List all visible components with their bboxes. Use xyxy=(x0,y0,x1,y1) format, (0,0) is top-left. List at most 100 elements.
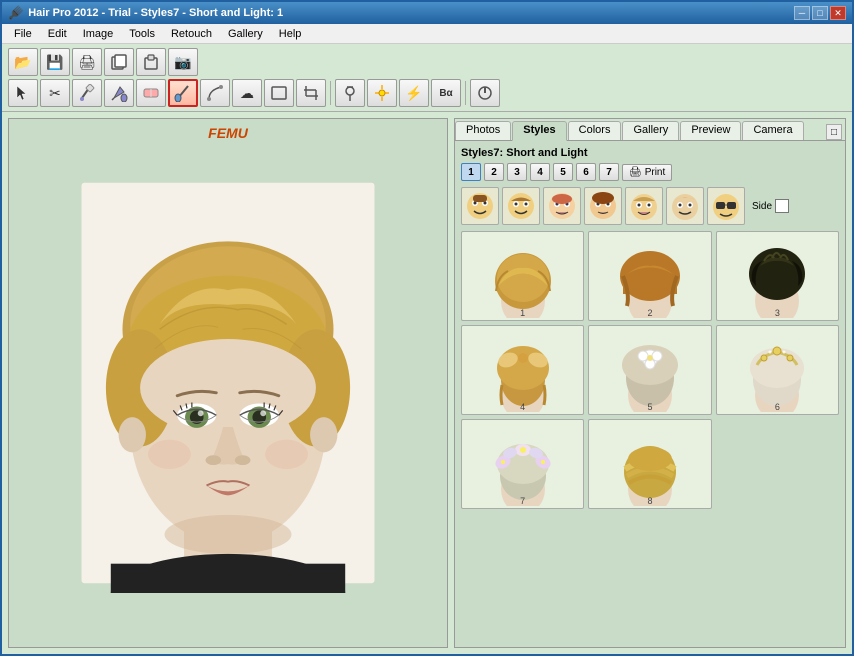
styles-nav: 1 2 3 4 5 6 7 🖨 Print xyxy=(461,163,839,181)
close-button[interactable]: ✕ xyxy=(830,6,846,20)
paste-button[interactable] xyxy=(136,48,166,76)
wand-icon xyxy=(374,84,390,102)
menu-file[interactable]: File xyxy=(6,26,40,42)
printer-icon: 🖨 xyxy=(629,167,642,178)
rect-icon xyxy=(271,86,287,100)
select-tool[interactable] xyxy=(8,79,38,107)
lightning-tool[interactable]: ⚡ xyxy=(399,79,429,107)
menu-image[interactable]: Image xyxy=(75,26,122,42)
pin-icon xyxy=(342,84,358,102)
hair-cell-num-6: 6 xyxy=(775,402,780,412)
style-nav-3[interactable]: 3 xyxy=(507,163,527,181)
copy-button[interactable] xyxy=(104,48,134,76)
hair-style-5[interactable]: 5 xyxy=(588,325,711,415)
menu-edit[interactable]: Edit xyxy=(40,26,75,42)
print-button[interactable]: 🖨 xyxy=(72,48,102,76)
path-tool[interactable] xyxy=(200,79,230,107)
menu-retouch[interactable]: Retouch xyxy=(163,26,220,42)
crop-icon xyxy=(303,85,319,101)
hair-style-8[interactable]: 8 xyxy=(588,419,711,509)
print-styles-button[interactable]: 🖨 Print xyxy=(622,164,672,181)
hair-style-1[interactable]: 1 xyxy=(461,231,584,321)
toolbar-row-1: 📂 💾 🖨 📷 xyxy=(8,48,846,76)
face-icon-3 xyxy=(547,191,577,221)
face-preset-3[interactable] xyxy=(543,187,581,225)
face-container xyxy=(9,119,447,647)
style-nav-7[interactable]: 7 xyxy=(599,163,619,181)
style-nav-5[interactable]: 5 xyxy=(553,163,573,181)
minimize-button[interactable]: ─ xyxy=(794,6,810,20)
save-button[interactable]: 💾 xyxy=(40,48,70,76)
face-preset-1[interactable] xyxy=(461,187,499,225)
face-preset-4[interactable] xyxy=(584,187,622,225)
face-icon-bar: Side xyxy=(461,187,839,225)
window-title: Hair Pro 2012 - Trial - Styles7 - Short … xyxy=(28,7,283,19)
fill-tool[interactable] xyxy=(104,79,134,107)
face-icon-5 xyxy=(629,191,659,221)
style-nav-6[interactable]: 6 xyxy=(576,163,596,181)
power-icon xyxy=(477,85,493,101)
style-nav-1[interactable]: 1 xyxy=(461,163,481,181)
brush-tool[interactable] xyxy=(168,79,198,107)
scissors-tool[interactable]: ✂ xyxy=(40,79,70,107)
tab-gallery[interactable]: Gallery xyxy=(622,121,679,140)
menu-tools[interactable]: Tools xyxy=(121,26,163,42)
face-preset-sunglasses[interactable] xyxy=(707,187,745,225)
dropper-tool[interactable] xyxy=(72,79,102,107)
wand-tool[interactable] xyxy=(367,79,397,107)
print-label: Print xyxy=(645,167,666,178)
maximize-button[interactable]: □ xyxy=(812,6,828,20)
face-preset-6[interactable] xyxy=(666,187,704,225)
hair-cell-num-4: 4 xyxy=(520,402,525,412)
brush-icon xyxy=(174,84,192,102)
side-checkbox[interactable] xyxy=(775,199,789,213)
fill-icon xyxy=(110,84,128,102)
title-bar-left: 🪮 Hair Pro 2012 - Trial - Styles7 - Shor… xyxy=(8,5,283,21)
tab-camera[interactable]: Camera xyxy=(742,121,803,140)
tab-styles[interactable]: Styles xyxy=(512,121,566,141)
text-tool[interactable]: Bα xyxy=(431,79,461,107)
pin-tool[interactable] xyxy=(335,79,365,107)
hair-style-4[interactable]: 4 xyxy=(461,325,584,415)
hair-cell-num-8: 8 xyxy=(647,496,652,506)
camera-button[interactable]: 📷 xyxy=(168,48,198,76)
hair-style-3[interactable]: 3 xyxy=(716,231,839,321)
crop-tool[interactable] xyxy=(296,79,326,107)
copy-icon xyxy=(110,53,128,71)
power-tool[interactable] xyxy=(470,79,500,107)
hair-style-6[interactable]: 6 xyxy=(716,325,839,415)
menu-gallery[interactable]: Gallery xyxy=(220,26,271,42)
eraser-tool[interactable] xyxy=(136,79,166,107)
tab-bar: Photos Styles Colors Gallery Preview Cam… xyxy=(455,119,845,141)
style-nav-2[interactable]: 2 xyxy=(484,163,504,181)
style-nav-4[interactable]: 4 xyxy=(530,163,550,181)
dropper-icon xyxy=(79,84,95,102)
tab-colors[interactable]: Colors xyxy=(568,121,622,140)
photo-canvas: FEMU xyxy=(8,118,448,648)
face-preset-2[interactable] xyxy=(502,187,540,225)
toolbar-row-2: ✂ xyxy=(8,79,846,107)
hair-style-2[interactable]: 2 xyxy=(588,231,711,321)
tab-preview[interactable]: Preview xyxy=(680,121,741,140)
hair-cell-num-1: 1 xyxy=(520,308,525,318)
styles-title: Styles7: Short and Light xyxy=(461,147,839,159)
app-window: 🪮 Hair Pro 2012 - Trial - Styles7 - Shor… xyxy=(0,0,854,656)
panel-toggle[interactable]: □ xyxy=(826,124,842,140)
rect-tool[interactable] xyxy=(264,79,294,107)
face-preset-5[interactable] xyxy=(625,187,663,225)
styles-panel: Styles7: Short and Light 1 2 3 4 5 6 7 🖨… xyxy=(455,141,845,647)
cursor-icon xyxy=(15,85,31,101)
paste-icon xyxy=(142,53,160,71)
tab-photos[interactable]: Photos xyxy=(455,121,511,140)
right-panel: Photos Styles Colors Gallery Preview Cam… xyxy=(454,118,846,648)
face-icon-4 xyxy=(588,191,618,221)
app-icon: 🪮 xyxy=(8,5,24,21)
hair-cell-num-3: 3 xyxy=(775,308,780,318)
cloud-tool[interactable]: ☁ xyxy=(232,79,262,107)
photo-label: FEMU xyxy=(208,125,248,141)
face-sunglasses-icon xyxy=(711,191,741,221)
face-icon-1 xyxy=(465,191,495,221)
open-button[interactable]: 📂 xyxy=(8,48,38,76)
menu-help[interactable]: Help xyxy=(271,26,310,42)
hair-style-7[interactable]: 7 xyxy=(461,419,584,509)
